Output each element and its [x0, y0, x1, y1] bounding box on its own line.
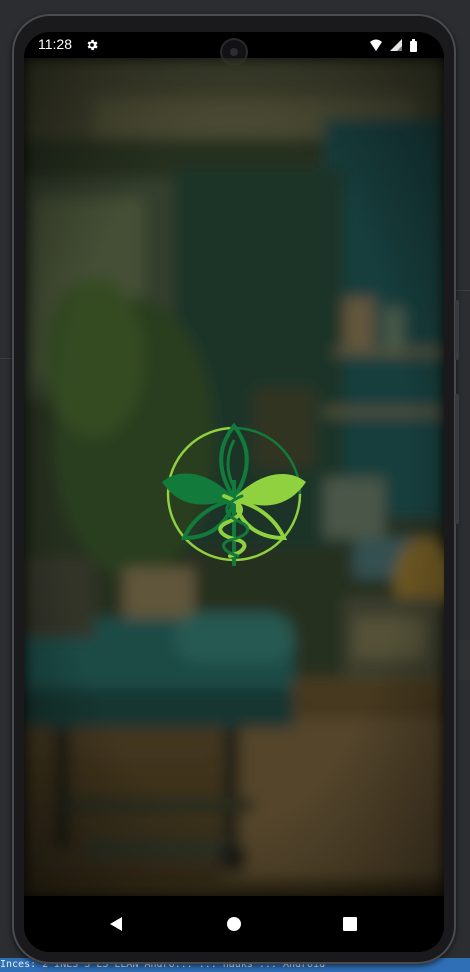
recents-button[interactable] [336, 910, 364, 938]
splash-screen [24, 58, 444, 896]
volume-rocker[interactable] [455, 394, 459, 524]
device-screen: 11:28 [24, 32, 444, 952]
wifi-icon [370, 39, 382, 51]
home-button[interactable] [220, 910, 248, 938]
recents-icon [343, 917, 357, 931]
back-icon [110, 917, 122, 931]
emulator-phone-frame: 11:28 [12, 14, 459, 964]
status-icons [370, 39, 417, 52]
back-button[interactable] [102, 910, 130, 938]
leaf-caduceus-logo [162, 422, 306, 566]
status-bar: 11:28 [24, 32, 444, 64]
power-button[interactable] [455, 300, 459, 360]
status-time: 11:28 [38, 36, 72, 52]
battery-icon [410, 39, 417, 52]
signal-icon [390, 39, 402, 51]
navigation-bar [24, 896, 444, 952]
ide-panel-edge [458, 640, 470, 680]
home-icon [227, 917, 241, 931]
gear-icon [87, 39, 98, 51]
